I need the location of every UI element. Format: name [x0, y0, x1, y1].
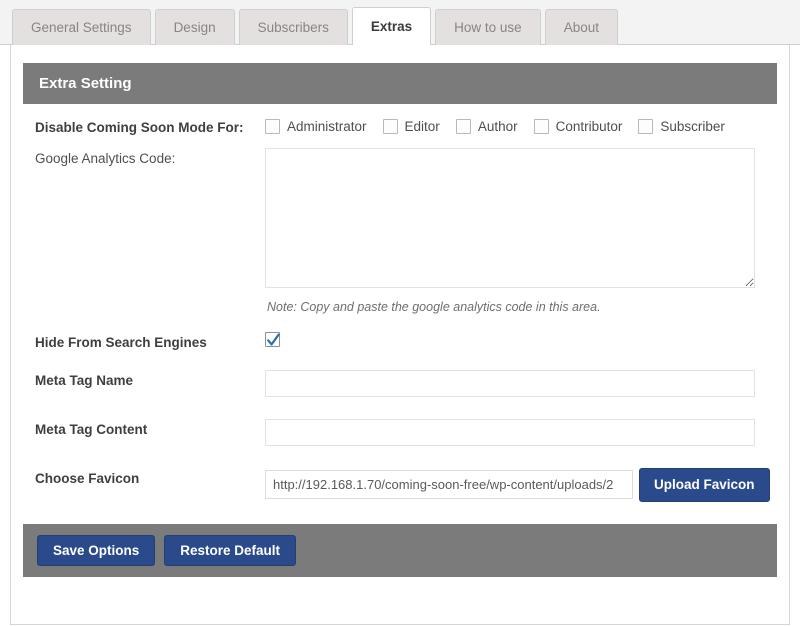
checkbox-label: Subscriber [660, 119, 725, 134]
hide-from-search-field [265, 332, 775, 350]
google-analytics-label: Google Analytics Code: [35, 151, 176, 166]
row-disable-coming-soon: Disable Coming Soon Mode For: Administra… [25, 104, 775, 135]
meta-tag-content-input[interactable] [265, 419, 755, 446]
form-footer-bar: Save Options Restore Default [23, 523, 777, 577]
checkbox-box-icon[interactable] [382, 119, 398, 134]
tab-label: Design [173, 20, 216, 35]
checkbox-label: Editor [404, 119, 440, 134]
upload-favicon-button[interactable]: Upload Favicon [639, 468, 770, 502]
meta-tag-content-label: Meta Tag Content [35, 422, 148, 437]
checkbox-subscriber[interactable]: Subscriber [638, 119, 725, 134]
role-checkbox-field: Administrator Editor Author Contributor … [265, 117, 775, 134]
extras-panel: Extra Setting Disable Coming Soon Mode F… [10, 45, 790, 625]
checkbox-contributor[interactable]: Contributor [533, 119, 623, 134]
tab-how-to-use[interactable]: How to use [435, 9, 541, 45]
tab-extras[interactable]: Extras [351, 7, 432, 45]
extras-form: Disable Coming Soon Mode For: Administra… [23, 104, 777, 502]
row-google-analytics: Google Analytics Code: Note: Copy and pa… [25, 135, 775, 314]
tab-label: How to use [454, 20, 522, 35]
checkbox-label: Author [477, 119, 518, 134]
tab-label: Extras [370, 19, 413, 34]
meta-tag-name-input[interactable] [265, 370, 755, 397]
google-analytics-textarea[interactable] [265, 148, 755, 288]
tab-bar: General Settings Design Subscribers Extr… [0, 0, 800, 45]
restore-default-button[interactable]: Restore Default [164, 534, 297, 566]
tab-label: Subscribers [257, 20, 329, 35]
hide-from-search-checkbox[interactable] [265, 332, 280, 347]
google-analytics-field: Note: Copy and paste the google analytic… [265, 148, 775, 314]
tab-label: About [563, 20, 599, 35]
hide-from-search-label: Hide From Search Engines [35, 335, 207, 350]
row-hide-from-search: Hide From Search Engines [25, 314, 775, 350]
section-header: Extra Setting [23, 63, 777, 104]
page-title: Extra Setting [39, 75, 132, 92]
checkbox-label: Administrator [287, 119, 367, 134]
checkbox-author[interactable]: Author [455, 119, 518, 134]
tab-design[interactable]: Design [154, 9, 235, 45]
role-checkbox-group: Administrator Editor Author Contributor … [265, 117, 775, 134]
choose-favicon-label: Choose Favicon [35, 471, 140, 486]
panel-inner: Extra Setting Disable Coming Soon Mode F… [11, 45, 789, 577]
checkbox-box-icon[interactable] [265, 119, 280, 134]
checkbox-box-icon[interactable] [638, 119, 654, 134]
google-analytics-note: Note: Copy and paste the google analytic… [267, 300, 601, 314]
checkbox-editor[interactable]: Editor [382, 119, 440, 134]
checkbox-label: Contributor [555, 119, 623, 134]
row-meta-tag-content: Meta Tag Content [25, 397, 775, 446]
tab-about[interactable]: About [544, 9, 618, 45]
favicon-url-input[interactable] [265, 470, 633, 500]
meta-tag-name-label: Meta Tag Name [35, 373, 134, 388]
checkbox-administrator[interactable]: Administrator [265, 119, 367, 134]
checkbox-box-icon[interactable] [455, 119, 471, 134]
row-meta-tag-name: Meta Tag Name [25, 350, 775, 397]
favicon-input-group: Upload Favicon [265, 468, 775, 502]
disable-coming-soon-label: Disable Coming Soon Mode For: [35, 120, 244, 135]
checkbox-box-icon[interactable] [533, 119, 549, 134]
save-options-button[interactable]: Save Options [37, 534, 156, 566]
meta-tag-content-field [265, 419, 775, 446]
row-choose-favicon: Choose Favicon Upload Favicon [25, 446, 775, 502]
choose-favicon-field: Upload Favicon [265, 468, 775, 502]
tab-subscribers[interactable]: Subscribers [238, 9, 348, 45]
checkmark-icon [267, 333, 280, 346]
tab-label: General Settings [31, 20, 132, 35]
meta-tag-name-field [265, 370, 775, 397]
tab-general-settings[interactable]: General Settings [12, 9, 151, 45]
